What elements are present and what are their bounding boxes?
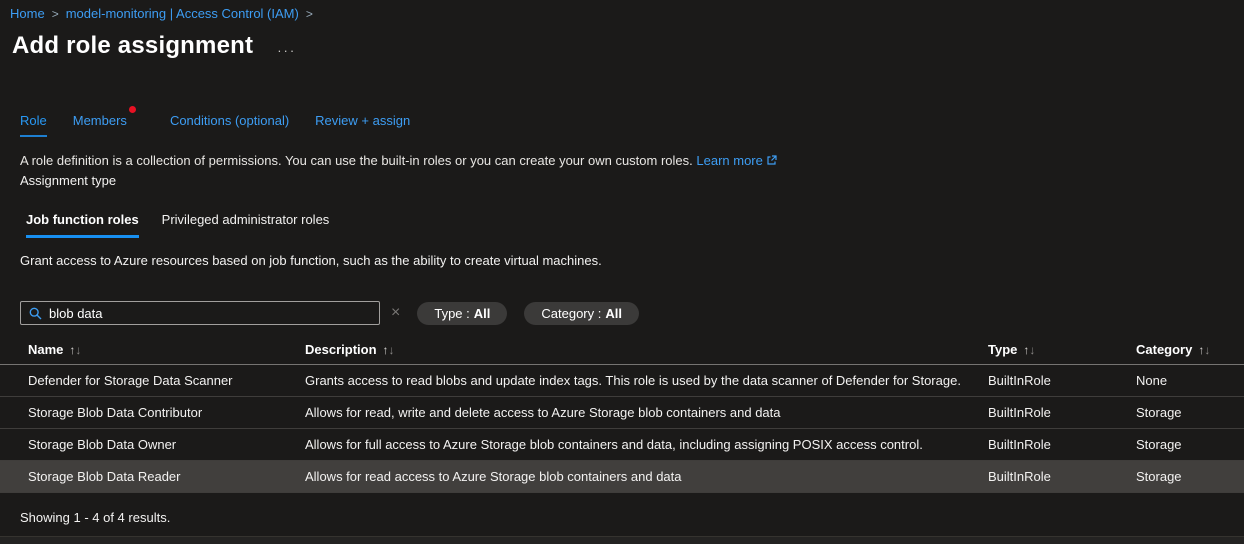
roles-table: Name ↑↓ Description ↑↓ Type ↑↓ Category ↑↓ D… [0,334,1244,493]
filter-type-value: All [474,306,491,321]
breadcrumb-home-link[interactable]: Home [10,6,45,21]
role-search-input[interactable] [49,306,371,321]
column-header-name[interactable]: Name ↑↓ [0,342,305,357]
column-header-description[interactable]: Description ↑↓ [305,342,988,357]
more-options-icon[interactable]: ··· [277,36,296,57]
assignment-type-label: Assignment type [20,173,1244,188]
role-type: BuiltInRole [988,373,1136,388]
subtab-job-function-roles[interactable]: Job function roles [26,212,139,238]
learn-more-label: Learn more [696,153,762,168]
role-description: Allows for read, write and delete access… [305,405,988,420]
role-category: None [1136,373,1244,388]
search-filter-row: × Type : All Category : All [20,301,1244,325]
results-count-text: Showing 1 - 4 of 4 results. [20,510,1244,525]
tab-members[interactable]: Members [73,113,127,135]
tab-role[interactable]: Role [20,113,47,137]
role-name: Defender for Storage Data Scanner [0,373,305,388]
table-row-storage-blob-data-contributor[interactable]: Storage Blob Data Contributor Allows for… [0,397,1244,429]
column-description-label: Description [305,342,377,357]
column-type-label: Type [988,342,1017,357]
column-header-type[interactable]: Type ↑↓ [988,342,1136,357]
tab-conditions[interactable]: Conditions (optional) [170,113,289,135]
role-search-box[interactable] [20,301,380,325]
subtab-privileged-admin-roles[interactable]: Privileged administrator roles [162,212,330,238]
column-header-category[interactable]: Category ↑↓ [1136,342,1244,357]
sort-icon: ↑↓ [383,343,395,357]
breadcrumb-chevron-icon: > [306,7,313,21]
filter-pill-category[interactable]: Category : All [524,302,639,325]
grant-access-description: Grant access to Azure resources based on… [20,253,1244,268]
role-category: Storage [1136,405,1244,420]
table-row-defender-storage-data-scanner[interactable]: Defender for Storage Data Scanner Grants… [0,365,1244,397]
external-link-icon [766,154,777,169]
role-name: Storage Blob Data Owner [0,437,305,452]
filter-category-value: All [605,306,622,321]
role-description: Allows for full access to Azure Storage … [305,437,988,452]
intro-text: A role definition is a collection of per… [20,153,693,168]
column-category-label: Category [1136,342,1192,357]
roles-table-header: Name ↑↓ Description ↑↓ Type ↑↓ Category ↑↓ [0,334,1244,365]
role-category: Storage [1136,469,1244,484]
filter-category-label: Category : [541,306,601,321]
wizard-tabbar: Role Members Conditions (optional) Revie… [20,113,1244,137]
sort-icon: ↑↓ [1198,343,1210,357]
table-row-storage-blob-data-owner[interactable]: Storage Blob Data Owner Allows for full … [0,429,1244,461]
role-description: Grants access to read blobs and update i… [305,373,988,388]
filter-pill-type[interactable]: Type : All [417,302,507,325]
members-alert-dot [129,106,136,113]
page-title: Add role assignment [12,32,253,60]
learn-more-link[interactable]: Learn more [696,153,776,168]
role-type: BuiltInRole [988,405,1136,420]
clear-search-icon[interactable]: × [391,305,400,321]
breadcrumb: Home > model-monitoring | Access Control… [0,0,1244,21]
role-category: Storage [1136,437,1244,452]
role-name: Storage Blob Data Reader [0,469,305,484]
breadcrumb-chevron-icon: > [52,7,59,21]
role-description: Allows for read access to Azure Storage … [305,469,988,484]
role-type-subtabs: Job function roles Privileged administra… [26,212,1244,238]
role-definition-intro: A role definition is a collection of per… [20,153,1244,169]
role-type: BuiltInRole [988,437,1136,452]
bottom-pane-edge [0,536,1244,544]
breadcrumb-resource-link[interactable]: model-monitoring | Access Control (IAM) [66,6,299,21]
tab-review-assign[interactable]: Review + assign [315,113,410,135]
role-name: Storage Blob Data Contributor [0,405,305,420]
tab-members-label: Members [73,113,127,128]
page-header: Add role assignment ··· [12,32,1244,60]
sort-icon: ↑↓ [69,343,81,357]
table-row-storage-blob-data-reader[interactable]: Storage Blob Data Reader Allows for read… [0,461,1244,493]
filter-type-label: Type : [434,306,469,321]
search-icon [29,307,42,320]
column-name-label: Name [28,342,63,357]
role-type: BuiltInRole [988,469,1136,484]
sort-icon: ↑↓ [1023,343,1035,357]
